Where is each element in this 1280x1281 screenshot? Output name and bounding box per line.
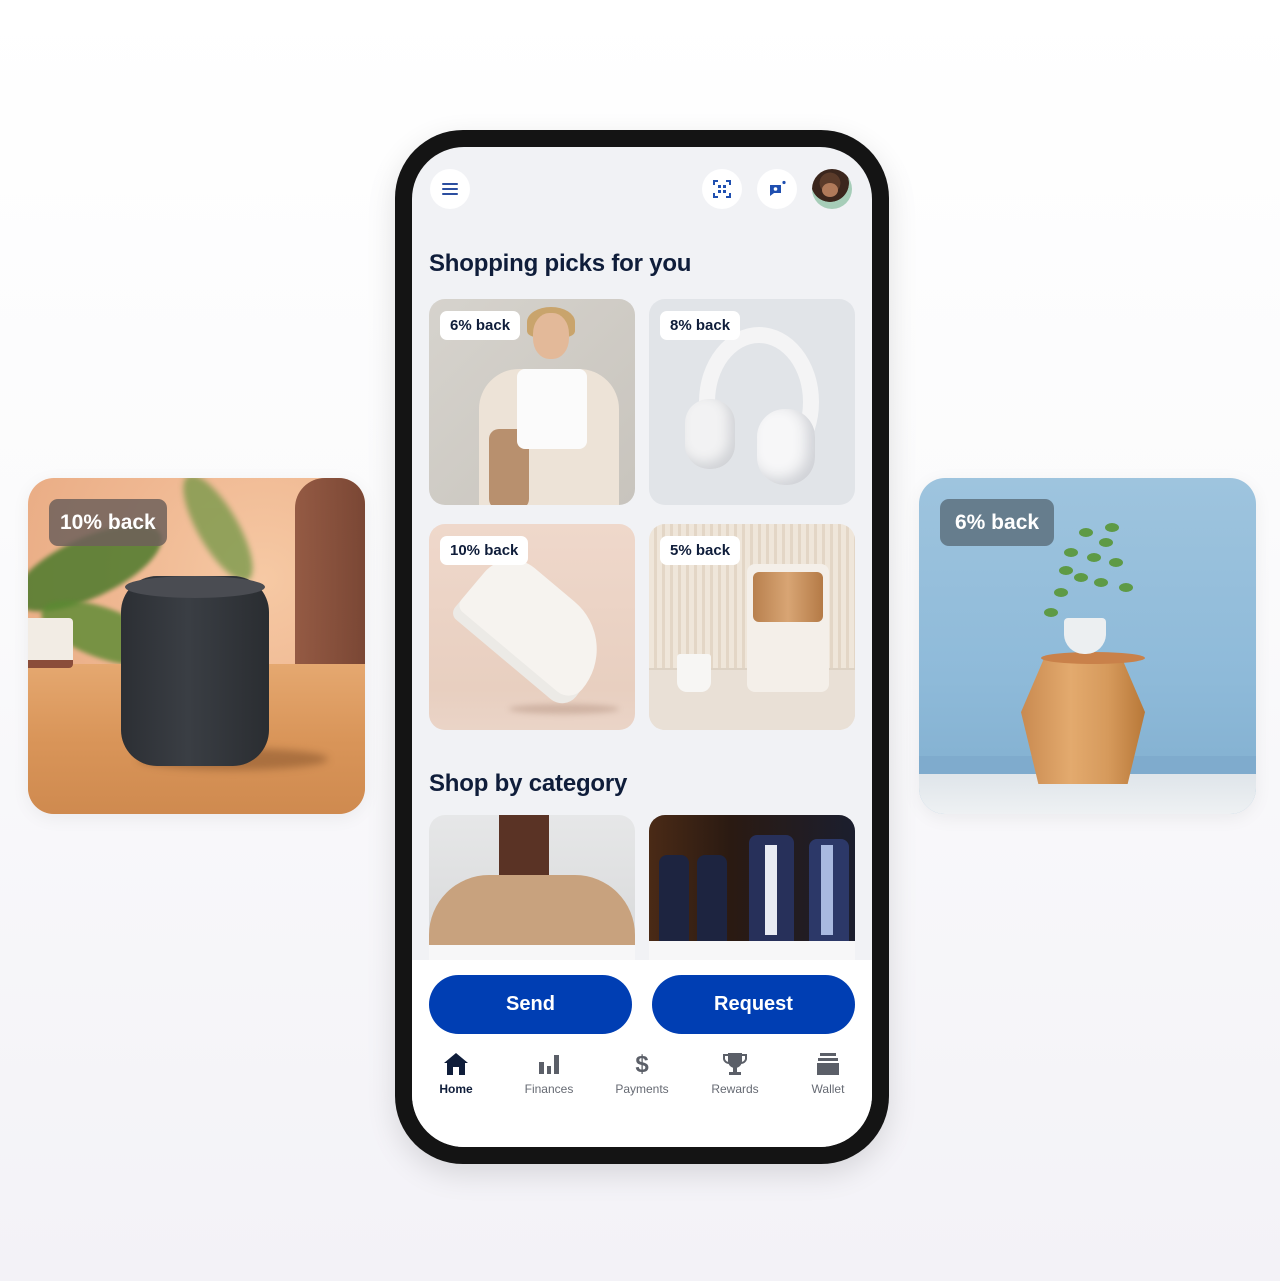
nav-label: Finances (524, 1082, 574, 1096)
pick-card-headphones[interactable]: 8% back (649, 299, 855, 505)
send-button[interactable]: Send (429, 975, 632, 1034)
home-icon (444, 1053, 468, 1075)
messages-button[interactable] (757, 169, 797, 209)
nav-item-rewards[interactable]: Rewards (690, 1048, 780, 1096)
suits-image (649, 815, 855, 941)
category-card-womens[interactable] (429, 815, 635, 975)
cashback-badge: 10% back (49, 499, 167, 546)
cashback-badge: 6% back (940, 499, 1055, 546)
cashback-badge: 5% back (660, 536, 741, 565)
profile-avatar[interactable] (812, 169, 852, 209)
promo-card-plant-stool[interactable]: 6% back (919, 478, 1256, 814)
cashback-badge: 8% back (660, 311, 741, 340)
chat-bubble-icon (770, 180, 786, 196)
phone-frame: Shopping picks for you 6% back 8% back 1… (395, 130, 889, 1164)
cashback-badge: 6% back (440, 311, 521, 340)
pick-card-fashion[interactable]: 6% back (429, 299, 635, 505)
section-title-picks: Shopping picks for you (429, 250, 692, 277)
nav-item-wallet[interactable]: Wallet (783, 1048, 872, 1096)
pick-card-coffee-machine[interactable]: 5% back (649, 524, 855, 730)
wallet-icon (817, 1053, 839, 1075)
cashback-badge: 10% back (440, 536, 529, 565)
promo-card-speaker[interactable]: 10% back (28, 478, 365, 814)
bottom-panel: Send Request Home Finances $ Payments Re… (412, 960, 872, 1147)
request-button[interactable]: Request (652, 975, 855, 1034)
nav-label: Payments (615, 1082, 669, 1096)
trophy-icon (723, 1053, 747, 1075)
nav-item-finances[interactable]: Finances (504, 1048, 594, 1096)
nav-label: Wallet (811, 1082, 845, 1096)
top-bar (430, 169, 852, 209)
svg-text:$: $ (635, 1051, 649, 1077)
category-card-mens[interactable] (649, 815, 855, 975)
nav-label: Home (439, 1082, 473, 1096)
hamburger-menu-icon (442, 183, 458, 195)
scan-button[interactable] (702, 169, 742, 209)
blazer-image (429, 815, 635, 945)
nav-item-payments[interactable]: $ Payments (597, 1048, 687, 1096)
bottom-nav: Home Finances $ Payments Rewards Wallet (412, 1048, 872, 1108)
section-title-categories: Shop by category (429, 770, 628, 797)
bar-chart-icon (539, 1055, 559, 1074)
qr-scan-icon (713, 180, 731, 198)
pick-card-sneaker[interactable]: 10% back (429, 524, 635, 730)
app-screen: Shopping picks for you 6% back 8% back 1… (412, 147, 872, 1147)
nav-item-home[interactable]: Home (412, 1048, 501, 1096)
menu-button[interactable] (430, 169, 470, 209)
dollar-icon: $ (635, 1051, 649, 1077)
nav-label: Rewards (711, 1082, 759, 1096)
